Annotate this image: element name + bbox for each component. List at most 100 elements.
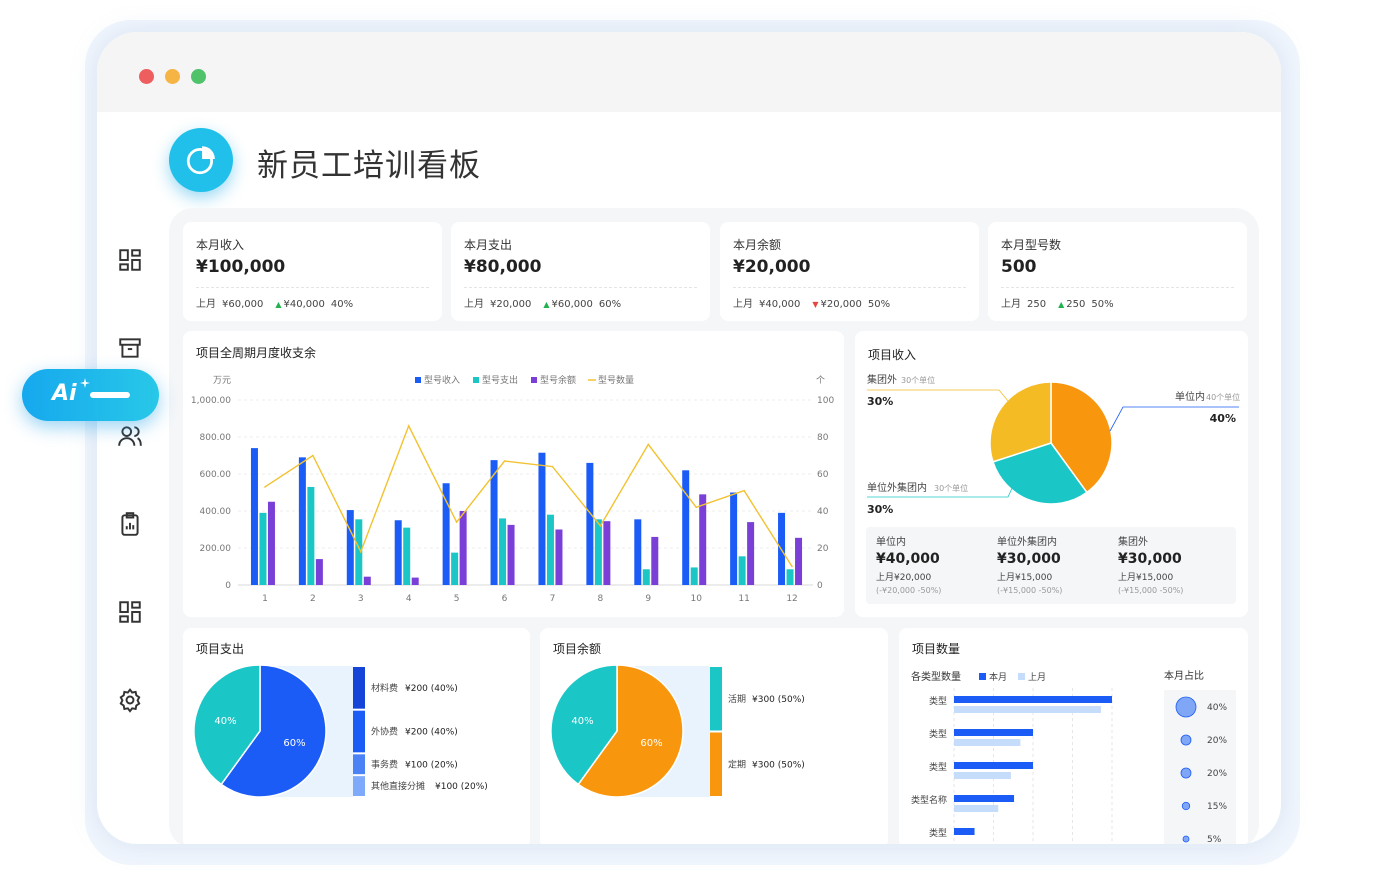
balance-pie-chart: 60% 40% 活期 ¥300 (50%) 定期 ¥300 (50%) bbox=[550, 664, 805, 798]
bar-income bbox=[346, 510, 354, 585]
kpi-card: 本月支出 ¥80,000 上月 ¥20,000 ▲ ¥60,000 60% bbox=[451, 222, 710, 321]
dashboard-icon[interactable] bbox=[117, 247, 143, 273]
kpi-card: 本月型号数 500 上月 250 ▲ 250 50% bbox=[988, 222, 1247, 321]
apps-icon[interactable] bbox=[117, 599, 143, 625]
bar-expense bbox=[451, 552, 459, 585]
y2-tick-label: 60 bbox=[817, 470, 829, 480]
legend-label: 本月 bbox=[989, 671, 1007, 683]
share-panel bbox=[1164, 690, 1236, 844]
detail-prev: 上月¥15,000 bbox=[997, 573, 1053, 583]
quantity-right-title: 本月占比 bbox=[1164, 669, 1204, 682]
bar-expense bbox=[642, 569, 650, 585]
income-detail-item: 单位内 ¥40,000 上月¥20,000 (-¥20,000 -50%) bbox=[876, 533, 994, 595]
breakdown-name: 定期 bbox=[728, 758, 746, 770]
sparkle-icon bbox=[80, 378, 90, 388]
y2-tick-label: 100 bbox=[817, 396, 834, 406]
x-tick-label: 6 bbox=[502, 594, 508, 604]
kpi-prev-label: 上月 bbox=[733, 299, 753, 310]
bar-balance bbox=[363, 576, 371, 585]
detail-label: 单位内 bbox=[876, 537, 906, 548]
bar-previous bbox=[954, 706, 1101, 713]
line-point bbox=[503, 460, 506, 462]
dashboard-content: 本月收入 ¥100,000 上月 ¥60,000 ▲ ¥40,000 40% 本月支出 ¥80,… bbox=[169, 208, 1259, 844]
line-point bbox=[264, 486, 266, 488]
breakdown-name: 事务费 bbox=[371, 758, 398, 770]
kpi-prev-label: 上月 bbox=[196, 299, 216, 310]
breakdown-name: 其他直接分摊 bbox=[371, 780, 425, 792]
bar-expense bbox=[738, 556, 746, 585]
arrow-up-icon: ▲ bbox=[543, 300, 550, 309]
pie-slice-label: 60% bbox=[640, 738, 662, 749]
kpi-label: 本月支出 bbox=[464, 238, 513, 252]
x-tick-label: 2 bbox=[310, 594, 316, 604]
pie-slice-label: 40% bbox=[571, 716, 593, 727]
bar-income bbox=[634, 519, 642, 585]
bar-expense bbox=[307, 486, 315, 585]
kpi-delta: ¥20,000 bbox=[820, 299, 862, 310]
gear-icon[interactable] bbox=[117, 687, 143, 713]
bar-income bbox=[586, 462, 594, 585]
detail-change: (-¥15,000 -50%) bbox=[1118, 586, 1184, 595]
legend-swatch bbox=[1018, 673, 1025, 680]
kpi-divider bbox=[464, 287, 697, 288]
kpi-footer: 上月 ¥60,000 ▲ ¥40,000 40% bbox=[196, 295, 365, 310]
expense-card: 项目支出 60% 40% 材料费 ¥200 (40%) 外协费 ¥200 (40%) 事务费… bbox=[183, 628, 530, 844]
breakdown-value: ¥100 (20%) bbox=[435, 782, 488, 792]
breakdown-segment bbox=[710, 732, 722, 796]
ai-label: Ai bbox=[52, 381, 77, 406]
slice-pct: 30% bbox=[867, 503, 893, 516]
bar-balance bbox=[795, 537, 803, 585]
bar-current bbox=[954, 828, 975, 835]
kpi-delta: 250 bbox=[1066, 299, 1086, 310]
app-window: 新员工培训看板 本月收入 ¥100,000 上月 ¥60,000 ▲ ¥40,000 40%… bbox=[97, 32, 1281, 844]
x-tick-label: 7 bbox=[550, 594, 556, 604]
archive-icon[interactable] bbox=[117, 335, 143, 361]
share-value: 20% bbox=[1207, 736, 1227, 746]
slice-sub: 40个单位 bbox=[1206, 392, 1240, 402]
bar-previous bbox=[954, 772, 1011, 779]
clipboard-chart-icon[interactable] bbox=[117, 511, 143, 537]
quantity-bar-chart: 各类型数量 本月 上月 本月占比类型类型类型类型名称类型40%20%20%15%5% bbox=[911, 669, 1236, 844]
bar-category-label: 类型 bbox=[929, 728, 947, 740]
kpi-value: ¥100,000 bbox=[196, 257, 286, 277]
maximize-window-button[interactable] bbox=[191, 69, 206, 84]
ai-assistant-button[interactable]: Ai bbox=[22, 369, 159, 421]
line-point bbox=[695, 506, 698, 509]
bar-balance bbox=[459, 511, 467, 585]
bar-expense bbox=[259, 512, 267, 585]
minimize-window-button[interactable] bbox=[165, 69, 180, 84]
detail-prev: 上月¥20,000 bbox=[876, 573, 932, 583]
income-detail-item: 单位外集团内 ¥30,000 上月¥15,000 (-¥15,000 -50%) bbox=[997, 533, 1115, 595]
breakdown-value: ¥100 (20%) bbox=[405, 760, 458, 770]
bar-balance bbox=[555, 529, 563, 585]
expense-pie-chart: 60% 40% 材料费 ¥200 (40%) 外协费 ¥200 (40%) 事务费 ¥100 … bbox=[193, 664, 488, 798]
kpi-delta: ¥60,000 bbox=[551, 299, 593, 310]
y-tick-label: 0 bbox=[225, 581, 231, 591]
line-point bbox=[647, 443, 650, 446]
y2-tick-label: 20 bbox=[817, 544, 829, 554]
kpi-prev-value: ¥40,000 bbox=[759, 299, 801, 310]
kpi-delta: ¥40,000 bbox=[283, 299, 325, 310]
y2-tick-label: 80 bbox=[817, 433, 829, 443]
breakdown-name: 材料费 bbox=[371, 682, 398, 694]
share-value: 5% bbox=[1207, 835, 1222, 844]
bar-income bbox=[730, 492, 738, 585]
bar-current bbox=[954, 696, 1112, 703]
bar-balance bbox=[267, 501, 275, 585]
bar-balance bbox=[411, 577, 419, 585]
y-tick-label: 400.00 bbox=[200, 507, 232, 517]
bar-current bbox=[954, 762, 1033, 769]
monthly-chart: 万元 个 0 200.00 400.00 600.00 800.00 1,000.00 0 20 4… bbox=[191, 374, 835, 604]
kpi-prev-value: ¥60,000 bbox=[222, 299, 264, 310]
income-detail-item: 集团外 ¥30,000 上月¥15,000 (-¥15,000 -50%) bbox=[1118, 533, 1236, 595]
breakdown-value: ¥200 (40%) bbox=[405, 728, 458, 738]
breakdown-name: 外协费 bbox=[371, 726, 398, 738]
legend-label: 型号支出 bbox=[482, 374, 518, 386]
close-window-button[interactable] bbox=[139, 69, 154, 84]
line-point bbox=[743, 489, 745, 492]
line-point bbox=[551, 465, 554, 468]
y-tick-label: 600.00 bbox=[200, 470, 232, 480]
share-bubble bbox=[1181, 801, 1191, 811]
users-icon[interactable] bbox=[117, 423, 143, 449]
line-point bbox=[599, 525, 602, 527]
